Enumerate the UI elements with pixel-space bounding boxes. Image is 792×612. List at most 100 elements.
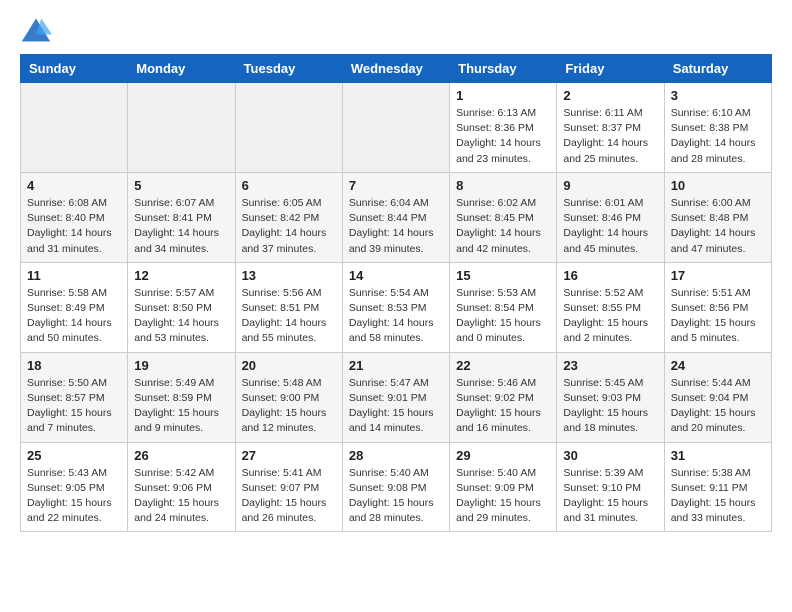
day-info: Sunrise: 5:52 AM Sunset: 8:55 PM Dayligh… [563,286,657,347]
week-row-5: 25Sunrise: 5:43 AM Sunset: 9:05 PM Dayli… [21,442,772,532]
day-cell: 23 Sunrise: 5:45 AM Sunset: 9:03 PM Dayli… [557,352,664,442]
weekday-header-thursday: Thursday [450,55,557,83]
day-cell [21,83,128,173]
day-number: 12 [134,268,228,283]
day-cell: 30 Sunrise: 5:39 AM Sunset: 9:10 PM Dayli… [557,442,664,532]
day-cell: 5Sunrise: 6:07 AM Sunset: 8:41 PM Daylig… [128,172,235,262]
day-cell: 4 Sunrise: 6:08 AM Sunset: 8:40 PM Daylig… [21,172,128,262]
header [20,16,772,44]
day-info: Sunrise: 5:49 AM Sunset: 8:59 PM Dayligh… [134,376,228,437]
day-info: Sunrise: 5:43 AM Sunset: 9:05 PM Dayligh… [27,466,121,527]
day-info: Sunrise: 6:11 AM Sunset: 8:37 PM Dayligh… [563,106,657,167]
day-cell: 29 Sunrise: 5:40 AM Sunset: 9:09 PM Dayli… [450,442,557,532]
day-cell: 1Sunrise: 6:13 AM Sunset: 8:36 PM Daylig… [450,83,557,173]
day-number: 20 [242,358,336,373]
day-number: 8 [456,178,550,193]
day-info: Sunrise: 6:05 AM Sunset: 8:42 PM Dayligh… [242,196,336,257]
day-number: 13 [242,268,336,283]
day-cell: 28Sunrise: 5:40 AM Sunset: 9:08 PM Dayli… [342,442,449,532]
day-number: 27 [242,448,336,463]
day-number: 7 [349,178,443,193]
day-info: Sunrise: 5:45 AM Sunset: 9:03 PM Dayligh… [563,376,657,437]
day-info: Sunrise: 5:38 AM Sunset: 9:11 PM Dayligh… [671,466,765,527]
logo-icon [20,16,52,44]
calendar-body: 1Sunrise: 6:13 AM Sunset: 8:36 PM Daylig… [21,83,772,532]
week-row-1: 1Sunrise: 6:13 AM Sunset: 8:36 PM Daylig… [21,83,772,173]
day-number: 30 [563,448,657,463]
day-cell: 12 Sunrise: 5:57 AM Sunset: 8:50 PM Dayli… [128,262,235,352]
day-number: 6 [242,178,336,193]
day-info: Sunrise: 6:04 AM Sunset: 8:44 PM Dayligh… [349,196,443,257]
day-info: Sunrise: 6:08 AM Sunset: 8:40 PM Dayligh… [27,196,121,257]
calendar: SundayMondayTuesdayWednesdayThursdayFrid… [20,54,772,532]
day-number: 31 [671,448,765,463]
day-info: Sunrise: 5:50 AM Sunset: 8:57 PM Dayligh… [27,376,121,437]
week-row-2: 4 Sunrise: 6:08 AM Sunset: 8:40 PM Daylig… [21,172,772,262]
day-cell: 11 Sunrise: 5:58 AM Sunset: 8:49 PM Dayli… [21,262,128,352]
day-info: Sunrise: 5:56 AM Sunset: 8:51 PM Dayligh… [242,286,336,347]
day-info: Sunrise: 6:10 AM Sunset: 8:38 PM Dayligh… [671,106,765,167]
day-number: 24 [671,358,765,373]
day-cell [235,83,342,173]
day-number: 11 [27,268,121,283]
day-number: 23 [563,358,657,373]
week-row-4: 18 Sunrise: 5:50 AM Sunset: 8:57 PM Dayli… [21,352,772,442]
day-info: Sunrise: 5:44 AM Sunset: 9:04 PM Dayligh… [671,376,765,437]
day-info: Sunrise: 5:40 AM Sunset: 9:09 PM Dayligh… [456,466,550,527]
day-cell: 25Sunrise: 5:43 AM Sunset: 9:05 PM Dayli… [21,442,128,532]
weekday-header-tuesday: Tuesday [235,55,342,83]
day-info: Sunrise: 5:42 AM Sunset: 9:06 PM Dayligh… [134,466,228,527]
day-number: 3 [671,88,765,103]
day-info: Sunrise: 5:47 AM Sunset: 9:01 PM Dayligh… [349,376,443,437]
day-info: Sunrise: 5:48 AM Sunset: 9:00 PM Dayligh… [242,376,336,437]
calendar-header: SundayMondayTuesdayWednesdayThursdayFrid… [21,55,772,83]
day-info: Sunrise: 6:01 AM Sunset: 8:46 PM Dayligh… [563,196,657,257]
day-info: Sunrise: 5:57 AM Sunset: 8:50 PM Dayligh… [134,286,228,347]
day-cell: 31 Sunrise: 5:38 AM Sunset: 9:11 PM Dayli… [664,442,771,532]
day-info: Sunrise: 6:02 AM Sunset: 8:45 PM Dayligh… [456,196,550,257]
day-info: Sunrise: 5:41 AM Sunset: 9:07 PM Dayligh… [242,466,336,527]
weekday-header-monday: Monday [128,55,235,83]
day-number: 21 [349,358,443,373]
day-number: 29 [456,448,550,463]
day-cell: 20 Sunrise: 5:48 AM Sunset: 9:00 PM Dayli… [235,352,342,442]
day-info: Sunrise: 5:46 AM Sunset: 9:02 PM Dayligh… [456,376,550,437]
day-cell: 26 Sunrise: 5:42 AM Sunset: 9:06 PM Dayli… [128,442,235,532]
day-number: 10 [671,178,765,193]
day-cell: 8 Sunrise: 6:02 AM Sunset: 8:45 PM Daylig… [450,172,557,262]
day-number: 4 [27,178,121,193]
day-cell: 18 Sunrise: 5:50 AM Sunset: 8:57 PM Dayli… [21,352,128,442]
day-number: 16 [563,268,657,283]
day-cell: 14Sunrise: 5:54 AM Sunset: 8:53 PM Dayli… [342,262,449,352]
weekday-header-sunday: Sunday [21,55,128,83]
day-number: 22 [456,358,550,373]
day-number: 19 [134,358,228,373]
day-info: Sunrise: 5:40 AM Sunset: 9:08 PM Dayligh… [349,466,443,527]
day-cell: 13 Sunrise: 5:56 AM Sunset: 8:51 PM Dayli… [235,262,342,352]
day-cell: 24 Sunrise: 5:44 AM Sunset: 9:04 PM Dayli… [664,352,771,442]
day-cell: 17Sunrise: 5:51 AM Sunset: 8:56 PM Dayli… [664,262,771,352]
day-cell: 7 Sunrise: 6:04 AM Sunset: 8:44 PM Daylig… [342,172,449,262]
day-number: 1 [456,88,550,103]
day-info: Sunrise: 5:54 AM Sunset: 8:53 PM Dayligh… [349,286,443,347]
day-cell: 3 Sunrise: 6:10 AM Sunset: 8:38 PM Daylig… [664,83,771,173]
day-number: 15 [456,268,550,283]
day-cell: 10 Sunrise: 6:00 AM Sunset: 8:48 PM Dayli… [664,172,771,262]
day-cell: 27 Sunrise: 5:41 AM Sunset: 9:07 PM Dayli… [235,442,342,532]
day-info: Sunrise: 5:51 AM Sunset: 8:56 PM Dayligh… [671,286,765,347]
logo [20,16,56,44]
day-info: Sunrise: 6:00 AM Sunset: 8:48 PM Dayligh… [671,196,765,257]
day-number: 9 [563,178,657,193]
day-cell: 19 Sunrise: 5:49 AM Sunset: 8:59 PM Dayli… [128,352,235,442]
day-info: Sunrise: 5:58 AM Sunset: 8:49 PM Dayligh… [27,286,121,347]
weekday-header-wednesday: Wednesday [342,55,449,83]
day-number: 18 [27,358,121,373]
day-info: Sunrise: 5:39 AM Sunset: 9:10 PM Dayligh… [563,466,657,527]
weekday-header-row: SundayMondayTuesdayWednesdayThursdayFrid… [21,55,772,83]
day-cell: 16 Sunrise: 5:52 AM Sunset: 8:55 PM Dayli… [557,262,664,352]
day-info: Sunrise: 5:53 AM Sunset: 8:54 PM Dayligh… [456,286,550,347]
day-cell: 2Sunrise: 6:11 AM Sunset: 8:37 PM Daylig… [557,83,664,173]
day-cell: 21 Sunrise: 5:47 AM Sunset: 9:01 PM Dayli… [342,352,449,442]
day-cell: 9 Sunrise: 6:01 AM Sunset: 8:46 PM Daylig… [557,172,664,262]
day-number: 26 [134,448,228,463]
